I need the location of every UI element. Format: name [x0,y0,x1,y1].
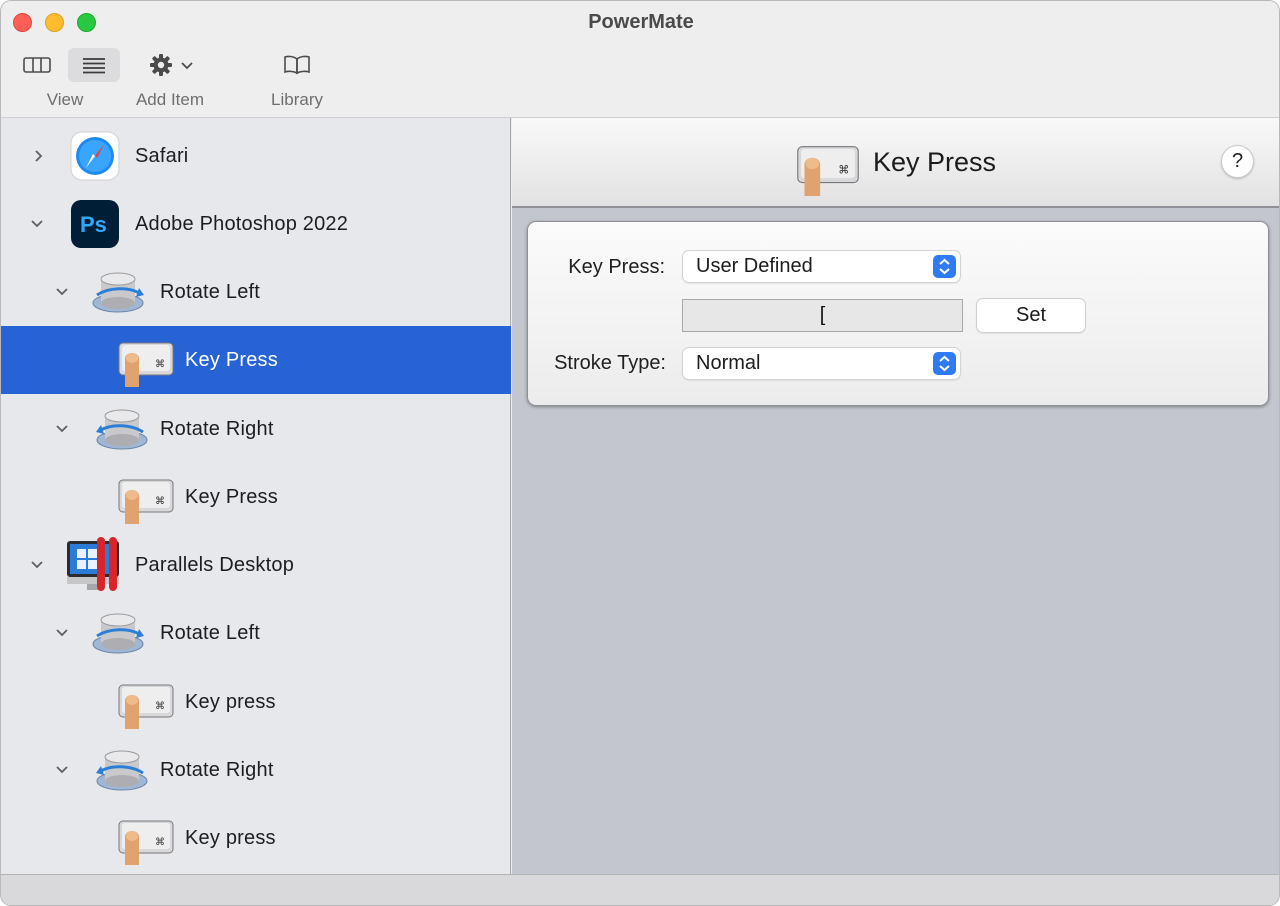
chevron-down-icon[interactable] [54,625,70,641]
sidebar-item-rotate-left[interactable]: Rotate Left [1,599,511,667]
set-button[interactable]: Set [977,299,1085,332]
sidebar-item-parallels[interactable]: Parallels Desktop [1,531,511,599]
chevron-down-icon[interactable] [54,762,70,778]
chevron-down-icon[interactable] [29,216,45,232]
sidebar-item-label: Key Press [185,485,278,508]
bottom-bar [1,874,1279,905]
toolbar: PowerMate View Add Item Library [1,1,1279,118]
key-press-icon: ⌘ [115,679,177,734]
key-press-icon: ⌘ [793,140,863,201]
library-button[interactable] [271,48,323,82]
add-item-label: Add Item [135,90,205,109]
sidebar-item-key-press-selected[interactable]: ⌘ Key Press [1,326,511,394]
photoshop-icon: Ps [70,199,120,254]
rotate-right-icon [93,747,151,800]
columns-view-icon [23,57,51,73]
sidebar-item-safari[interactable]: Safari [1,122,511,190]
chevron-down-icon [181,62,193,70]
safari-icon [70,131,120,186]
sidebar-item-key-press[interactable]: ⌘ Key press [1,804,511,872]
stroke-type-field-label: Stroke Type: [554,352,666,374]
sidebar-item-rotate-right[interactable]: Rotate Right [1,395,511,463]
detail-title: Key Press [873,147,997,177]
window-title: PowerMate [588,11,694,33]
svg-text:⌘: ⌘ [155,837,165,848]
rotate-right-icon [93,406,151,459]
powermate-window: PowerMate View Add Item Library Safari P… [0,0,1280,906]
sidebar-item-label: Rotate Right [160,758,274,781]
key-press-popup[interactable]: User Defined [683,251,960,282]
key-press-field-label: Key Press: [568,256,665,278]
parallels-icon [65,537,125,598]
sidebar-item-label: Key press [185,826,276,849]
svg-text:⌘: ⌘ [838,164,849,177]
chevron-down-icon[interactable] [29,557,45,573]
view-label: View [46,90,84,109]
sidebar-item-key-press[interactable]: ⌘ Key Press [1,463,511,531]
help-button[interactable]: ? [1221,145,1254,178]
key-press-icon: ⌘ [115,474,177,529]
sidebar-item-rotate-right[interactable]: Rotate Right [1,736,511,804]
detail-header: ⌘ Key Press ? [512,118,1279,208]
key-press-popup-value: User Defined [696,255,813,277]
stroke-type-popup[interactable]: Normal [683,348,960,379]
rotate-left-icon [89,269,147,322]
chevron-down-icon[interactable] [54,284,70,300]
add-item-button[interactable] [141,48,201,82]
sidebar-item-photoshop[interactable]: Ps Adobe Photoshop 2022 [1,190,511,258]
key-capture-field[interactable]: [ [682,299,963,332]
sidebar-item-label: Rotate Right [160,417,274,440]
detail-pane: ⌘ Key Press ? Key Press: User Defined [… [512,118,1279,874]
chevron-down-icon[interactable] [54,421,70,437]
svg-text:Ps: Ps [80,212,107,237]
columns-view-button[interactable] [15,48,59,82]
chevron-right-icon[interactable] [30,148,46,164]
sidebar-item-label: Safari [135,144,189,167]
sidebar-item-label: Rotate Left [160,280,261,303]
up-down-arrows-icon [933,352,956,375]
sidebar-outline: Safari Ps Adobe Photoshop 2022 Rotate Le… [1,118,511,874]
key-press-icon: ⌘ [115,337,177,392]
svg-text:⌘: ⌘ [155,701,165,712]
svg-text:⌘: ⌘ [155,496,165,507]
rotate-left-icon [89,610,147,663]
sidebar-item-label: Rotate Left [160,621,261,644]
gear-icon [150,54,172,76]
settings-group: Key Press: User Defined [ Set Stroke Typ… [527,221,1269,406]
sidebar-item-label: Adobe Photoshop 2022 [135,212,349,235]
sidebar-item-label: Key press [185,690,276,713]
stroke-type-popup-value: Normal [696,352,761,374]
key-press-icon: ⌘ [115,815,177,870]
library-label: Library [271,90,323,109]
sidebar-item-label: Parallels Desktop [135,553,295,576]
up-down-arrows-icon [933,255,956,278]
sidebar-item-label: Key Press [185,348,278,371]
list-view-button[interactable] [68,48,120,82]
book-icon [284,55,310,75]
list-view-icon [83,58,105,74]
sidebar-item-rotate-left[interactable]: Rotate Left [1,258,511,326]
svg-text:⌘: ⌘ [155,359,165,370]
sidebar-item-key-press[interactable]: ⌘ Key press [1,668,511,736]
